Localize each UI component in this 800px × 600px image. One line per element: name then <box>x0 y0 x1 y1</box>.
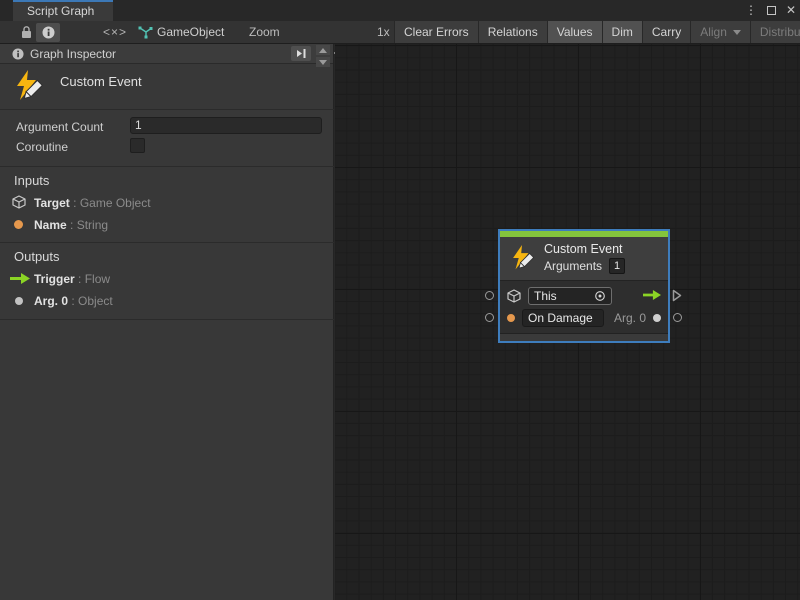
flow-arrow-icon <box>10 273 30 287</box>
tab-title: Script Graph <box>27 4 94 18</box>
carry-button[interactable]: Carry <box>642 21 690 43</box>
input-row-name: Name : String <box>34 218 108 232</box>
triangle-down-icon <box>319 60 327 65</box>
scroll-up-button[interactable] <box>316 45 330 55</box>
tab-script-graph[interactable]: Script Graph <box>13 0 113 21</box>
graph-inspector-header: Graph Inspector <box>0 44 333 64</box>
unit-title: Custom Event <box>60 74 142 89</box>
dim-button[interactable]: Dim <box>602 21 642 43</box>
inputs-section-title: Inputs <box>14 173 49 188</box>
input-row-target: Target : Game Object <box>34 196 151 210</box>
gameobject-icon <box>138 26 153 42</box>
lock-icon[interactable] <box>21 26 32 42</box>
code-view-icon[interactable]: <×> <box>103 21 127 43</box>
target-picker-icon[interactable] <box>594 290 606 302</box>
chevron-down-icon <box>733 30 741 35</box>
input-port-target[interactable] <box>485 291 494 300</box>
graph-canvas[interactable]: Custom Event Arguments 1 This <box>335 44 800 600</box>
info-icon <box>42 26 55 39</box>
dock-panel-button[interactable] <box>291 46 311 61</box>
close-icon[interactable]: ✕ <box>786 0 796 21</box>
output-row-arg0: Arg. 0 : Object <box>34 294 113 308</box>
output-row-trigger: Trigger : Flow <box>34 272 110 286</box>
argument-count-input[interactable]: 1 <box>130 117 322 134</box>
divider <box>0 242 334 243</box>
panel-scrollbar <box>316 45 330 67</box>
panel-title: Graph Inspector <box>30 44 116 64</box>
node-header[interactable]: Custom Event Arguments 1 <box>500 237 668 280</box>
coroutine-checkbox[interactable] <box>130 138 145 153</box>
custom-event-icon <box>12 70 44 105</box>
graph-inspector-panel: Graph Inspector Custom Event Argument Co… <box>0 44 334 600</box>
window-controls: ⋮ ✕ <box>745 0 796 21</box>
info-icon <box>12 48 24 63</box>
node-footer <box>500 333 668 341</box>
clear-errors-button[interactable]: Clear Errors <box>394 21 478 43</box>
cube-icon <box>12 195 26 212</box>
input-port-name[interactable] <box>485 313 494 322</box>
cube-icon <box>507 289 521 303</box>
custom-event-node[interactable]: Custom Event Arguments 1 This <box>498 229 670 343</box>
scroll-down-button[interactable] <box>316 57 330 67</box>
string-dot-icon <box>507 314 515 322</box>
zoom-value: 1x <box>377 21 390 43</box>
object-dot-icon <box>15 297 23 305</box>
zoom-label: Zoom <box>249 21 280 43</box>
unity-visual-scripting-window: Script Graph ⋮ ✕ <×> GameObject Zoom 1x … <box>0 0 800 600</box>
string-dot-icon <box>14 220 23 229</box>
node-body: This On Damage Arg. 0 <box>500 280 668 333</box>
dock-right-icon <box>295 48 307 59</box>
arg0-label: Arg. 0 <box>614 311 646 325</box>
inspector-toggle-button[interactable] <box>36 23 60 42</box>
argument-count-label: Argument Count <box>16 120 103 134</box>
toolbar-buttons: Clear Errors Relations Values Dim Carry … <box>394 21 800 43</box>
triangle-port-icon <box>672 289 682 302</box>
arguments-count-field[interactable]: 1 <box>609 258 625 274</box>
relations-button[interactable]: Relations <box>478 21 547 43</box>
align-dropdown[interactable]: Align <box>690 21 750 43</box>
maximize-icon[interactable] <box>767 6 776 15</box>
target-dropdown[interactable]: This <box>528 287 612 305</box>
node-title: Custom Event <box>544 242 625 256</box>
divider <box>0 109 334 110</box>
arguments-label: Arguments <box>544 259 602 273</box>
object-dot-icon <box>653 314 661 322</box>
divider <box>0 166 334 167</box>
coroutine-label: Coroutine <box>16 140 68 154</box>
outputs-section-title: Outputs <box>14 249 60 264</box>
output-port-trigger[interactable] <box>672 289 682 305</box>
flow-arrow-icon <box>643 289 661 303</box>
window-menu-icon[interactable]: ⋮ <box>745 0 757 21</box>
custom-event-icon <box>509 245 535 271</box>
triangle-up-icon <box>319 48 327 53</box>
title-bar: Script Graph ⋮ ✕ <box>0 0 800 21</box>
graph-toolbar: <×> GameObject Zoom 1x Clear Errors Rela… <box>0 21 800 44</box>
values-button[interactable]: Values <box>547 21 602 43</box>
event-name-input[interactable]: On Damage <box>522 309 604 327</box>
output-port-arg0[interactable] <box>673 313 682 322</box>
node-row-name: On Damage Arg. 0 <box>507 307 661 329</box>
divider <box>0 319 334 320</box>
node-row-target: This <box>507 285 661 307</box>
distribute-dropdown[interactable]: Distribute <box>750 21 800 43</box>
gameobject-reference[interactable]: GameObject <box>157 21 224 43</box>
